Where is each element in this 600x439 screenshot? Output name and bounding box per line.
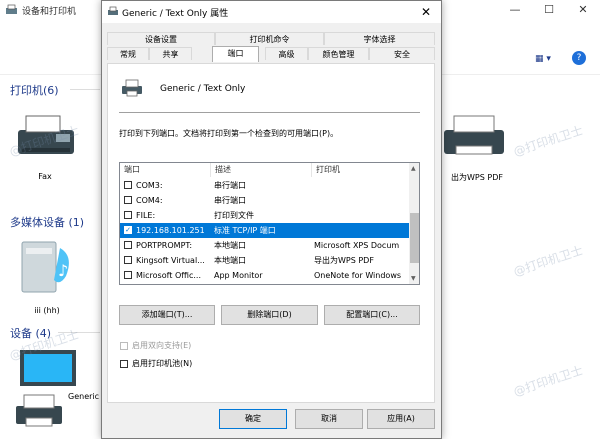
watermark: @打印机卫士 [511,123,585,159]
device-label-media: iii (hh) [34,306,60,315]
cancel-button[interactable]: 取消 [295,409,363,429]
tab-color-management[interactable]: 颜色管理 [308,47,369,60]
help-icon[interactable]: ? [572,51,586,65]
port-cell-port: Microsoft Offic... [136,271,202,280]
divider [119,112,420,113]
printer-properties-dialog: Generic / Text Only 属性 ✕ 设备设置 打印机命令 字体选择… [101,0,442,439]
scrollbar-thumb[interactable] [410,213,419,263]
port-cell-port: FILE: [136,211,156,220]
printer-icon[interactable] [438,112,510,160]
maximize-button[interactable]: ☐ [532,0,566,20]
watermark: @打印机卫士 [511,243,585,279]
port-list[interactable]: 端口 描述 打印机 COM3: 串行端口 COM4: 串行端口 FILE: 打印到文件 ✓ 1… [119,162,420,285]
port-row[interactable]: Kingsoft Virtual... 本地端口 导出为WPS PDF [120,253,409,268]
column-header-description[interactable]: 描述 [211,163,312,177]
column-header-port[interactable]: 端口 [120,163,211,177]
device-label-fax: Fax [38,172,52,181]
tab-sharing[interactable]: 共享 [149,47,192,60]
port-cell-desc: 打印到文件 [214,211,254,220]
dialog-title: Generic / Text Only 属性 [122,9,229,19]
printer-icon[interactable] [12,392,66,432]
scroll-down-icon[interactable]: ▼ [411,275,416,282]
port-checkbox[interactable] [124,256,132,264]
watermark: @打印机卫士 [511,363,585,399]
pooling-checkbox[interactable] [120,360,128,368]
tab-security[interactable]: 安全 [369,47,435,60]
tab-font-selection[interactable]: 字体选择 [324,32,435,45]
pooling-label: 启用打印机池(N) [132,359,193,368]
ports-tab-page: Generic / Text Only 打印到下列端口。文档将打印到第一个检查到… [107,63,435,403]
port-cell-port: COM4: [136,196,163,205]
tab-device-settings[interactable]: 设备设置 [107,32,215,45]
tab-ports[interactable]: 端口 [212,46,259,62]
view-options-icon[interactable]: ▦ ▾ [535,54,551,64]
port-checkbox[interactable] [124,196,132,204]
tab-printer-commands[interactable]: 打印机命令 [215,32,324,45]
port-row[interactable]: FILE: 打印到文件 [120,208,409,223]
port-cell-port: PORTPROMPT: [136,241,193,250]
port-checkbox[interactable] [124,241,132,249]
port-cell-desc: 本地端口 [214,241,246,250]
scrollbar[interactable]: ▲ ▼ [409,163,419,284]
port-cell-port: 192.168.101.251 [136,226,205,235]
port-row[interactable]: PORTPROMPT: 本地端口 Microsoft XPS Docum [120,238,409,253]
printer-icon [122,79,142,97]
add-port-button[interactable]: 添加端口(T)... [119,305,215,325]
column-header-printer[interactable]: 打印机 [312,163,409,177]
port-row[interactable]: COM3: 串行端口 [120,178,409,193]
section-divider [70,89,100,90]
close-icon[interactable]: ✕ [411,1,441,23]
port-cell-desc: App Monitor [214,271,263,280]
port-instruction: 打印到下列端口。文档将打印到第一个检查到的可用端口(P)。 [119,129,339,138]
scroll-up-icon[interactable]: ▲ [411,165,416,172]
section-multimedia: 多媒体设备 (1) [10,216,85,229]
printer-icon [108,6,118,15]
port-cell-desc: 串行端口 [214,196,246,205]
apply-button[interactable]: 应用(A) [367,409,435,429]
port-row[interactable]: ✓ 192.168.101.251 标准 TCP/IP 端口 [120,223,409,238]
port-cell-printer: OneNote for Windows [314,271,402,280]
port-checkbox[interactable] [124,271,132,279]
printer-name: Generic / Text Only [160,84,246,94]
tab-general[interactable]: 常规 [107,47,149,60]
svg-text:♪: ♪ [58,261,68,280]
media-device-icon[interactable]: ♪ [14,234,82,296]
minimize-button[interactable]: — [498,0,532,20]
port-row[interactable]: Microsoft Offic... App Monitor OneNote for… [120,268,409,283]
bidirectional-label: 启用双向支持(E) [132,341,192,350]
printer-icon [6,4,17,14]
port-cell-port: Kingsoft Virtual... [136,256,205,265]
port-cell-port: COM3: [136,181,163,190]
close-button[interactable]: ✕ [566,0,600,20]
port-checkbox[interactable] [124,211,132,219]
section-printers: 打印机(6) [10,84,59,97]
configure-port-button[interactable]: 配置端口(C)... [324,305,420,325]
bidirectional-checkbox[interactable] [120,342,128,350]
dialog-titlebar: Generic / Text Only 属性 ✕ [102,1,441,23]
tab-advanced[interactable]: 高级 [265,47,308,60]
ok-button[interactable]: 确定 [219,409,287,429]
port-checkbox[interactable] [124,181,132,189]
background-window-title: 设备和打印机 [22,7,77,17]
port-cell-desc: 串行端口 [214,181,246,190]
port-row[interactable]: COM4: 串行端口 [120,193,409,208]
port-cell-printer: 导出为WPS PDF [314,256,374,265]
port-cell-desc: 标准 TCP/IP 端口 [214,226,276,235]
port-cell-printer: Microsoft XPS Docum [314,241,400,250]
device-label-wps-pdf: 出为WPS PDF [451,173,503,182]
port-cell-desc: 本地端口 [214,256,246,265]
device-label-generic: Generic [68,392,100,401]
port-checkbox[interactable]: ✓ [124,226,132,234]
delete-port-button[interactable]: 删除端口(D) [221,305,318,325]
